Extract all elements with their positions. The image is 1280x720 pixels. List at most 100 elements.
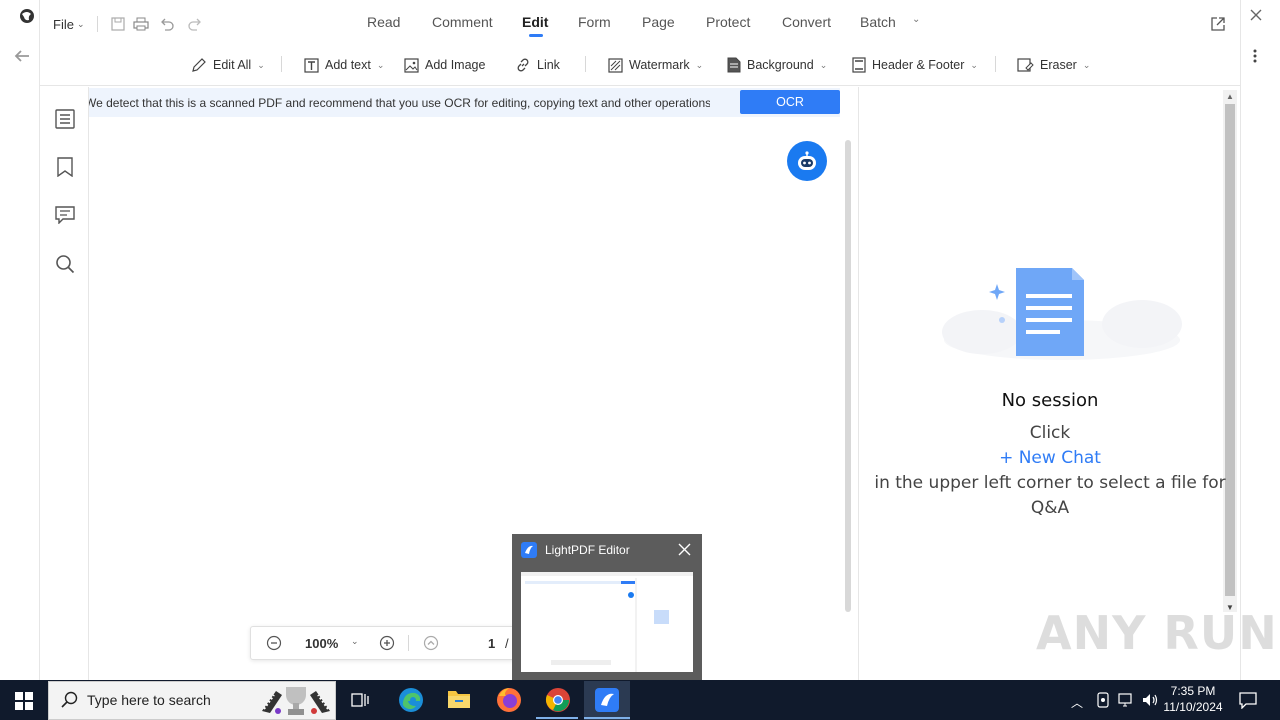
ocr-notice-text: We detect that this is a scanned PDF and… (89, 96, 710, 110)
notifications-icon[interactable] (1239, 691, 1257, 709)
network-device-icon[interactable] (1096, 692, 1110, 708)
browser-right-frame (1240, 0, 1280, 680)
tab-protect[interactable]: Protect (706, 14, 750, 30)
empty-session-illustration-icon (942, 262, 1182, 362)
bookmark-icon[interactable] (57, 157, 73, 177)
document-scrollbar[interactable] (845, 140, 851, 612)
chevron-down-icon[interactable]: ⌄ (351, 636, 359, 647)
anyrun-watermark: ANY RUN (1036, 606, 1278, 660)
thumbnails-list-icon[interactable] (55, 109, 75, 129)
header-footer-icon (852, 57, 866, 73)
redo-icon[interactable] (188, 17, 202, 31)
print-icon[interactable] (133, 17, 149, 31)
clock-date: 11/10/2024 (1163, 700, 1223, 714)
chrome-icon[interactable] (545, 687, 571, 713)
more-menu-icon[interactable] (1252, 48, 1258, 64)
chevron-down-icon: ⌄ (970, 59, 978, 70)
firefox-icon[interactable] (496, 687, 522, 713)
background-label: Background (747, 58, 814, 72)
new-chat-link[interactable]: + New Chat (870, 448, 1230, 468)
tab-batch[interactable]: Batch (860, 14, 896, 30)
zoom-in-icon[interactable] (379, 635, 395, 651)
zoom-out-icon[interactable] (266, 635, 282, 651)
lightpdf-app-icon (521, 542, 537, 558)
divider (995, 56, 996, 72)
watermark-label: Watermark (629, 58, 690, 72)
comment-icon[interactable] (55, 206, 75, 224)
eraser-button[interactable]: Eraser ⌄ (1017, 56, 1090, 74)
tab-form[interactable]: Form (578, 14, 611, 30)
chevron-down-icon: ⌄ (257, 59, 265, 70)
divider (281, 56, 282, 72)
chevron-down-icon: ⌄ (695, 59, 704, 70)
divider (97, 16, 98, 32)
link-icon (517, 58, 529, 72)
search-icon[interactable] (55, 254, 75, 274)
zoom-level[interactable]: 100% (305, 636, 338, 651)
tab-edit[interactable]: Edit (522, 14, 548, 30)
close-window-icon[interactable] (1249, 8, 1263, 22)
ai-assistant-robot-icon[interactable] (787, 141, 827, 181)
ocr-notice-banner: We detect that this is a scanned PDF and… (89, 88, 840, 117)
tab-read[interactable]: Read (367, 14, 400, 30)
no-session-title: No session (1001, 390, 1099, 411)
show-hidden-icons-chevron-icon[interactable]: ︿ (1071, 694, 1083, 711)
tab-comment[interactable]: Comment (432, 14, 493, 30)
chevron-down-icon: ⌄ (819, 59, 828, 70)
lightpdf-active-indicator (584, 717, 630, 719)
chevron-down-icon: ⌄ (1082, 59, 1091, 70)
chevron-down-icon: ⌄ (376, 59, 385, 70)
ai-chat-panel (858, 87, 1230, 680)
windows-start-icon[interactable] (15, 692, 33, 710)
add-image-label: Add Image (425, 58, 486, 72)
save-icon[interactable] (111, 17, 125, 31)
add-text-label: Add text (325, 58, 371, 72)
more-tabs-chevron-icon[interactable]: ⌄ (912, 14, 920, 25)
chevron-down-icon: ⌄ (76, 19, 85, 29)
undo-icon[interactable] (160, 17, 174, 31)
preview-thumbnail (521, 572, 693, 672)
click-text: Click (1029, 423, 1071, 443)
instruction-text: in the upper left corner to select a fil… (874, 473, 1226, 493)
link-label: Link (537, 58, 560, 72)
text-box-icon (304, 57, 319, 73)
browser-left-frame (0, 0, 40, 680)
lightpdf-taskbar-icon (595, 688, 619, 712)
current-page[interactable]: 1 (488, 636, 495, 651)
edge-browser-icon[interactable] (398, 687, 424, 713)
panel-scrollbar-thumb[interactable] (1225, 104, 1235, 596)
add-image-button[interactable]: Add Image (404, 56, 485, 74)
link-button[interactable]: Link (515, 56, 560, 74)
taskbar-clock[interactable]: 7:35 PM 11/10/2024 (1160, 683, 1226, 715)
page-separator: / (505, 636, 509, 651)
watermark-button[interactable]: Watermark ⌄ (608, 56, 703, 74)
taskbar-search-placeholder: Type here to search (87, 692, 211, 708)
image-icon (404, 57, 419, 73)
eraser-icon (1017, 58, 1034, 72)
file-explorer-icon[interactable] (447, 688, 471, 710)
ocr-button[interactable]: OCR (740, 90, 840, 114)
chrome-active-indicator (536, 717, 578, 719)
scroll-up-arrow-icon[interactable]: ▲ (1226, 92, 1234, 101)
open-external-icon[interactable] (1210, 16, 1226, 32)
search-highlight-trophy-icon (258, 683, 334, 717)
edit-all-button[interactable]: Edit All ⌄ (191, 56, 265, 74)
background-button[interactable]: Background ⌄ (727, 56, 827, 74)
watermark-icon (608, 57, 623, 73)
close-preview-icon[interactable] (678, 543, 691, 556)
header-footer-button[interactable]: Header & Footer ⌄ (852, 56, 978, 74)
network-icon[interactable] (1118, 692, 1136, 708)
file-menu[interactable]: File ⌄ (53, 17, 85, 32)
tab-page[interactable]: Page (642, 14, 675, 30)
edit-all-label: Edit All (213, 58, 252, 72)
active-tab-indicator (529, 34, 543, 37)
tab-convert[interactable]: Convert (782, 14, 831, 30)
back-arrow-icon[interactable] (12, 46, 32, 66)
previous-page-icon[interactable] (423, 635, 439, 651)
add-text-button[interactable]: Add text ⌄ (304, 56, 384, 74)
app-globe-icon[interactable] (19, 8, 35, 24)
volume-icon[interactable] (1142, 692, 1160, 708)
task-view-icon[interactable] (351, 691, 369, 709)
divider (408, 635, 409, 651)
file-menu-label: File (53, 17, 74, 32)
